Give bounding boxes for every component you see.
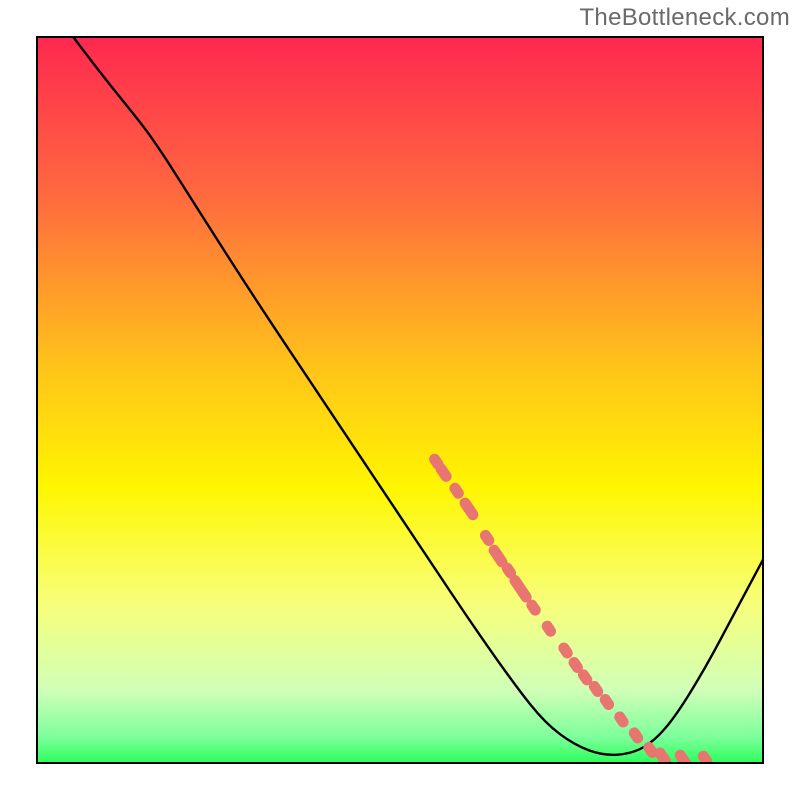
data-marker: [583, 675, 586, 680]
watermark-text: TheBottleneck.com: [579, 4, 790, 32]
data-marker: [620, 717, 623, 722]
data-marker: [574, 663, 577, 668]
data-marker: [594, 686, 597, 691]
chart-stage: TheBottleneck.com: [0, 0, 800, 800]
data-marker: [532, 605, 535, 610]
chart-svg: [0, 0, 800, 800]
data-marker: [660, 753, 666, 761]
data-marker: [441, 469, 446, 476]
data-marker: [455, 488, 458, 493]
data-marker: [494, 550, 502, 562]
data-marker: [634, 733, 637, 738]
data-marker: [703, 756, 706, 761]
data-marker: [507, 568, 510, 573]
data-marker: [465, 503, 473, 515]
data-marker: [485, 535, 488, 540]
data-marker: [605, 700, 608, 705]
data-marker: [547, 626, 550, 631]
data-marker: [435, 459, 438, 464]
plot-background: [37, 37, 763, 763]
data-marker: [564, 648, 567, 653]
data-marker: [649, 747, 652, 752]
